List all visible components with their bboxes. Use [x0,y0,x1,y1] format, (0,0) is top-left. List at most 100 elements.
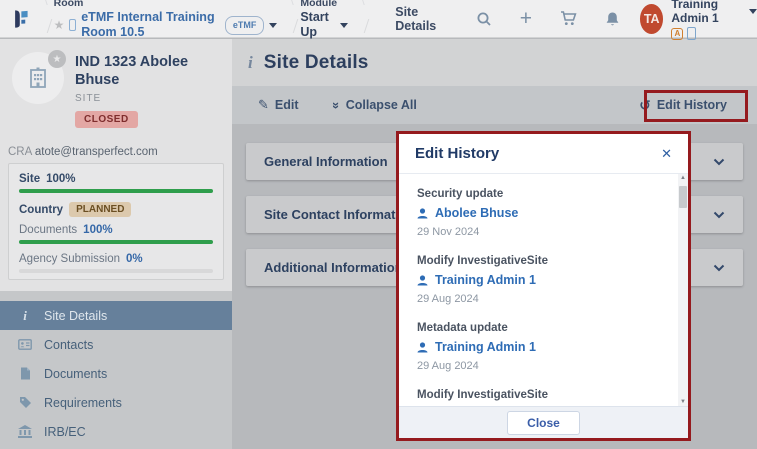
progress-agency-bar [19,269,213,273]
sidebar-nav: i Site Details Contacts Documents Requir… [0,291,232,449]
nav-label: Requirements [44,396,122,410]
sidebar-item-requirements[interactable]: Requirements [0,388,232,417]
search-icon[interactable] [476,11,492,27]
entry-user-link[interactable]: Training Admin 1 [435,340,536,354]
sidebar-item-site-details[interactable]: i Site Details [0,301,232,330]
person-icon [417,275,428,286]
favorite-star-icon[interactable]: ★ [54,18,65,33]
scroll-down-icon[interactable]: ▼ [678,399,688,405]
room-caret-down-icon[interactable] [269,23,277,28]
breadcrumb-room: Room ★ eTMF Internal Training Room 10.5 … [54,0,278,38]
room-label: Room [54,0,278,10]
scrollbar-thumb[interactable] [679,186,687,208]
modal-body: Security update Abolee Bhuse 29 Nov 2024… [399,174,688,406]
user-avatar[interactable]: TA [640,4,663,34]
progress-documents-bar [19,240,213,244]
room-type-badge: eTMF [225,16,265,35]
entry-user-link[interactable]: Abolee Bhuse [435,206,518,220]
admin-role-icon: A [671,28,683,40]
info-icon: i [18,308,32,324]
info-icon: i [248,53,253,73]
room-name[interactable]: eTMF Internal Training Room 10.5 [81,10,220,40]
top-header: Room ★ eTMF Internal Training Room 10.5 … [0,0,757,38]
person-icon [417,208,428,219]
entry-action: Security update [417,188,670,200]
history-icon: ↺ [639,97,651,114]
close-icon[interactable]: ✕ [661,146,672,162]
entry-date: 29 Nov 2024 [417,226,670,238]
collapse-all-button[interactable]: » Collapse All [333,98,417,113]
progress-documents-value: 100% [83,224,112,236]
breadcrumb-module: Module Start Up [300,0,348,38]
breadcrumb-separator [354,4,365,34]
nav-label: IRB/EC [44,425,86,439]
edit-history-button[interactable]: ↺ Edit History [639,97,727,114]
scroll-up-icon[interactable]: ▲ [678,175,688,181]
nav-label: Documents [44,367,107,381]
notifications-bell-icon[interactable] [605,11,620,27]
contacts-card-icon [18,339,32,350]
tag-icon [18,396,32,409]
cra-row: CRA atote@transperfect.com [8,146,232,158]
sidebar-item-contacts[interactable]: Contacts [0,330,232,359]
progress-site-label: Site [19,173,40,185]
site-type-label: SITE [75,93,222,104]
app-logo-icon[interactable] [12,6,31,32]
progress-site-value: 100% [46,173,75,185]
cra-label: CRA [8,146,32,158]
site-title: IND 1323 Abolee Bhuse [75,53,222,89]
chevron-down-icon[interactable] [713,158,725,166]
section-label: General Information [264,154,388,169]
cra-email[interactable]: atote@transperfect.com [35,146,158,158]
history-entry: Modify InvestigativeSite Demo Admin [417,389,670,406]
device-icon [69,19,76,31]
edit-history-modal: Edit History ✕ Security update Abolee Bh… [396,131,691,441]
modal-scrollbar[interactable]: ▲ ▼ [678,174,688,406]
mobile-device-icon [687,27,696,40]
progress-agency-value: 0% [126,253,143,265]
close-button[interactable]: Close [507,411,580,435]
institution-icon [18,425,32,438]
pencil-icon: ✎ [258,97,269,113]
user-menu-caret-icon[interactable] [749,9,757,14]
entry-action: Modify InvestigativeSite [417,389,670,401]
favorite-star-badge-icon[interactable]: ★ [48,50,66,68]
add-icon[interactable]: + [520,10,532,28]
chevron-down-icon[interactable] [713,264,725,272]
user-name[interactable]: Training Admin 1 [671,0,744,25]
entry-action: Modify InvestigativeSite [417,255,670,267]
section-label: Additional Information [264,260,403,275]
progress-site-bar [19,189,213,193]
nav-label: Contacts [44,338,93,352]
entry-date: 29 Aug 2024 [417,360,670,372]
toolbar: ✎ Edit » Collapse All ↺ Edit History [232,86,757,124]
modal-header: Edit History ✕ [399,134,688,174]
entry-user-link[interactable]: Training Admin 1 [435,273,536,287]
sidebar-item-irb-ec[interactable]: IRB/EC [0,417,232,446]
history-entry: Metadata update Training Admin 1 29 Aug … [417,322,670,372]
sidebar-item-documents[interactable]: Documents [0,359,232,388]
chevron-down-icon[interactable] [713,211,725,219]
site-profile: ★ IND 1323 Abolee Bhuse SITE CLOSED [0,39,232,128]
breadcrumb-separator [283,4,294,34]
person-icon [417,342,428,353]
section-label: Site Contact Information [264,207,415,222]
module-caret-down-icon[interactable] [340,23,348,28]
document-icon [18,367,32,380]
history-entry: Modify InvestigativeSite Training Admin … [417,255,670,305]
breadcrumb-separator [37,4,48,34]
progress-country-label: Country [19,204,63,216]
building-icon [26,66,50,90]
progress-documents-label: Documents [19,224,77,236]
sidebar: ★ IND 1323 Abolee Bhuse SITE CLOSED CRA … [0,39,232,449]
entry-action: Metadata update [417,322,670,334]
module-name[interactable]: Start Up [300,10,335,40]
status-badge: CLOSED [75,111,138,128]
entry-date: 29 Aug 2024 [417,293,670,305]
country-planned-badge: PLANNED [69,202,131,217]
progress-agency-label: Agency Submission [19,253,120,265]
edit-button[interactable]: ✎ Edit [258,97,299,113]
nav-label: Site Details [44,309,107,323]
header-page-link[interactable]: Site Details [395,5,448,33]
cart-icon[interactable] [560,11,577,26]
